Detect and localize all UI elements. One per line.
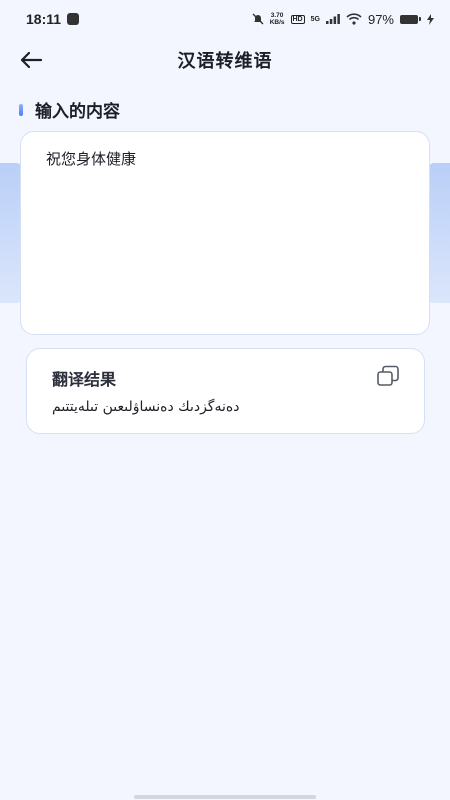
input-card: 祝您身体健康 <box>20 131 430 335</box>
decorative-strip-left <box>0 163 22 303</box>
top-bar: 汉语转维语 <box>0 38 450 82</box>
battery-icon <box>400 14 421 24</box>
page-title: 汉语转维语 <box>177 51 273 72</box>
arrow-left-icon <box>20 51 43 69</box>
section-accent-bar <box>19 103 23 116</box>
status-bar: 18:11 3.70 KB/s HD 5G 97% <box>0 0 450 38</box>
battery-percent: 97% <box>367 11 394 27</box>
home-indicator <box>134 795 316 799</box>
mute-bell-icon <box>252 13 264 25</box>
copy-button[interactable] <box>376 365 400 387</box>
translation-result-text: دەنەگزدىك دەنساۋلىعىن تىلەيتتىم <box>52 399 240 415</box>
result-card: 翻译结果 دەنەگزدىك دەنساۋلىعىن تىلەيتتىم <box>26 348 425 434</box>
charging-icon <box>427 13 434 25</box>
copy-icon <box>377 365 399 386</box>
source-text-input[interactable]: 祝您身体健康 <box>46 148 404 318</box>
wifi-icon <box>346 13 362 25</box>
input-section-title: 输入的内容 <box>35 102 120 122</box>
result-title: 翻译结果 <box>52 370 117 389</box>
signal-icon <box>325 14 340 24</box>
decorative-strip-right <box>428 163 450 303</box>
hd-badge: HD <box>290 14 305 24</box>
network-type: 5G <box>310 15 320 23</box>
status-time: 18:11 <box>26 11 62 27</box>
input-section-header: 输入的内容 <box>19 97 120 122</box>
back-button[interactable] <box>16 46 46 74</box>
notification-icon <box>67 13 80 25</box>
network-speed: 3.70 KB/s <box>269 12 285 26</box>
